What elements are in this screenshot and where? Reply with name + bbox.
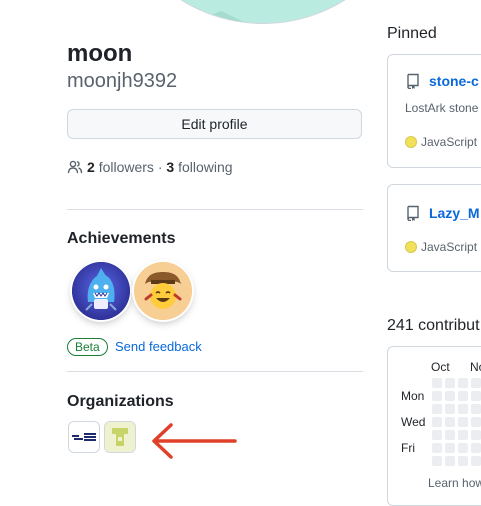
- send-feedback-link[interactable]: Send feedback: [115, 339, 202, 355]
- pinned-repo-name[interactable]: Lazy_M: [429, 204, 480, 222]
- day-label: Mon: [401, 389, 425, 403]
- org-logo-1[interactable]: [68, 421, 100, 453]
- contribution-cell[interactable]: [432, 391, 442, 401]
- month-label: Oct: [431, 360, 450, 374]
- contribution-cell[interactable]: [458, 391, 468, 401]
- month-label: No: [470, 360, 481, 374]
- contribution-cell[interactable]: [432, 417, 442, 427]
- following-link[interactable]: 3 following: [166, 159, 232, 175]
- org-logo-2[interactable]: [104, 421, 136, 453]
- repo-icon: [407, 205, 419, 221]
- separator: ·: [157, 159, 163, 175]
- organizations-title: Organizations: [67, 393, 174, 410]
- contribution-cell[interactable]: [445, 456, 455, 466]
- pinned-repo-language: JavaScript: [421, 240, 478, 254]
- contribution-cell[interactable]: [432, 456, 442, 466]
- contribution-cell[interactable]: [445, 391, 455, 401]
- followers-link[interactable]: 2 followers: [87, 159, 154, 175]
- annotation-arrow-icon: [152, 423, 237, 459]
- profile-username: moonjh9392: [67, 70, 178, 92]
- contribution-cell[interactable]: [471, 417, 481, 427]
- repo-icon: [407, 73, 419, 89]
- contribution-cell[interactable]: [458, 443, 468, 453]
- learn-how-link[interactable]: Learn how: [428, 476, 481, 490]
- contribution-cell[interactable]: [432, 430, 442, 440]
- pinned-repo-card: Lazy_M JavaScript: [387, 184, 481, 272]
- contribution-cell[interactable]: [471, 391, 481, 401]
- day-label: Wed: [401, 415, 426, 429]
- pinned-title: Pinned: [387, 25, 437, 42]
- contribution-cell[interactable]: [458, 404, 468, 414]
- contribution-cell[interactable]: [432, 378, 442, 388]
- beta-label: Beta: [67, 338, 108, 356]
- org-1-icon: [72, 433, 96, 441]
- avatar[interactable]: [112, 0, 414, 24]
- org-2-icon: [105, 422, 135, 452]
- contribution-cell[interactable]: [445, 404, 455, 414]
- achievements-title[interactable]: Achievements: [67, 229, 176, 249]
- contribution-cell[interactable]: [458, 378, 468, 388]
- language-color-dot: [405, 136, 417, 148]
- contributions-title: 241 contribut: [387, 317, 480, 334]
- people-icon: [67, 160, 83, 174]
- contribution-cell[interactable]: [445, 430, 455, 440]
- pinned-repo-description: LostArk stone: [405, 101, 479, 115]
- shark-badge-icon: [72, 262, 130, 320]
- follow-stats: 2 followers · 3 following: [67, 157, 233, 177]
- contribution-cell[interactable]: [445, 417, 455, 427]
- pinned-repo-name[interactable]: stone-c: [429, 72, 479, 90]
- language-color-dot: [405, 241, 417, 253]
- divider: [67, 209, 363, 210]
- contribution-cell[interactable]: [471, 430, 481, 440]
- contribution-cell[interactable]: [432, 443, 442, 453]
- cowboy-emoji-badge[interactable]: [134, 262, 192, 320]
- contribution-cell[interactable]: [471, 378, 481, 388]
- contribution-cell[interactable]: [458, 456, 468, 466]
- contribution-cell[interactable]: [458, 430, 468, 440]
- pinned-repo-card: stone-c LostArk stone JavaScript: [387, 54, 481, 168]
- contribution-cell[interactable]: [445, 378, 455, 388]
- contribution-cell[interactable]: [432, 404, 442, 414]
- cowboy-badge-icon: [134, 262, 192, 320]
- pinned-repo-language: JavaScript: [421, 135, 478, 149]
- contribution-cell[interactable]: [471, 404, 481, 414]
- day-label: Fri: [401, 441, 415, 455]
- contribution-cell[interactable]: [471, 456, 481, 466]
- profile-display-name: moon: [67, 40, 133, 67]
- contribution-cell[interactable]: [445, 443, 455, 453]
- contribution-cell[interactable]: [458, 417, 468, 427]
- shark-badge[interactable]: [72, 262, 130, 320]
- edit-profile-button[interactable]: Edit profile: [67, 109, 362, 139]
- avatar-art: [191, 11, 341, 23]
- contribution-cell[interactable]: [471, 443, 481, 453]
- divider: [67, 371, 363, 372]
